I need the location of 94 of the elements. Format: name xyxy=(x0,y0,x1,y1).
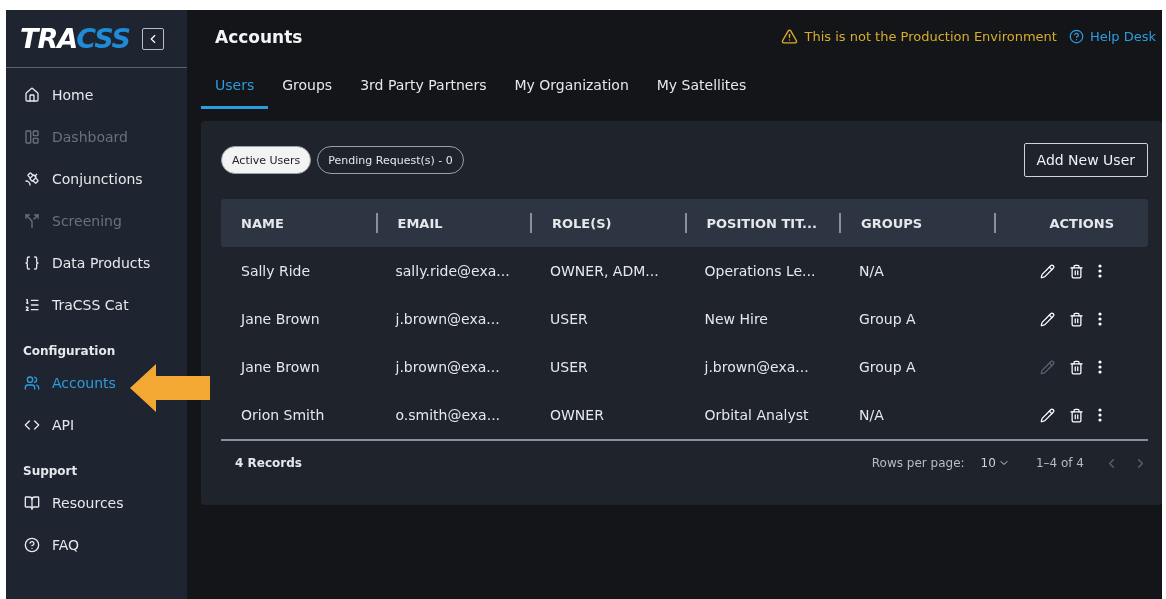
nav-item[interactable]: API xyxy=(6,404,75,446)
column-header: NAME xyxy=(240,214,285,233)
table-cell-text: j.brown@exa... xyxy=(394,311,501,327)
add-user-button[interactable]: Add New User xyxy=(1023,143,1148,177)
page-title: Accounts xyxy=(215,26,304,47)
table-cell-text: Group A xyxy=(858,359,917,375)
help-desk-link[interactable]: Help Desk xyxy=(1068,29,1156,44)
delete-button[interactable] xyxy=(1068,263,1084,279)
table-cell-text: sally.ride@exa... xyxy=(394,263,511,279)
more-icon xyxy=(1097,360,1102,374)
help-icon xyxy=(1068,29,1084,44)
pencil-icon xyxy=(1039,407,1055,423)
logo: TRACSS xyxy=(20,23,131,54)
nav-label: FAQ xyxy=(52,537,80,553)
delete-button[interactable] xyxy=(1068,311,1084,327)
split-icon xyxy=(24,213,40,229)
rows-per-page-label: Rows per page: xyxy=(871,456,965,470)
table-cell-text: j.brown@exa... xyxy=(394,359,501,375)
tab[interactable]: My Satellites xyxy=(642,63,761,109)
more-button[interactable] xyxy=(1097,264,1102,278)
warning-icon xyxy=(781,28,799,45)
table-cell-text: USER xyxy=(549,311,589,327)
more-button[interactable] xyxy=(1097,312,1102,326)
braces-icon xyxy=(24,255,40,271)
nav-item[interactable]: Data Products xyxy=(6,242,151,284)
table-cell-text: N/A xyxy=(858,407,885,423)
tab[interactable]: Users xyxy=(201,63,269,109)
pencil-icon xyxy=(1039,263,1055,279)
tab[interactable]: 3rd Party Partners xyxy=(346,63,501,109)
nav-item[interactable]: Conjunctions xyxy=(6,158,143,200)
environment-warning: This is not the Production Environment xyxy=(804,29,1057,44)
trash-icon xyxy=(1068,263,1084,279)
nav-label: Resources xyxy=(52,495,124,511)
book-icon xyxy=(24,495,40,511)
nav-label: Dashboard xyxy=(52,129,128,145)
nav-label: Accounts xyxy=(52,375,116,391)
table-cell-text: j.brown@exa... xyxy=(703,359,810,375)
nav-item[interactable]: Accounts xyxy=(6,362,116,404)
more-button[interactable] xyxy=(1097,360,1102,374)
table-cell-text: Orbital Analyst xyxy=(703,407,810,423)
home-icon xyxy=(24,87,40,103)
table-cell-text: Jane Brown xyxy=(239,311,321,327)
rows-per-page-select[interactable]: 10 xyxy=(974,455,1016,471)
column-header: ROLE(S) xyxy=(530,213,685,233)
trash-icon xyxy=(1068,311,1084,327)
table-cell-text: OWNER xyxy=(549,407,605,423)
column-header: POSITION TIT... xyxy=(684,213,839,233)
table-cell-text: Jane Brown xyxy=(239,359,321,375)
more-button[interactable] xyxy=(1097,408,1102,422)
table-cell-text: OWNER, ADM... xyxy=(549,263,660,279)
pencil-icon xyxy=(1039,311,1055,327)
nav-label: Screening xyxy=(52,213,122,229)
filter-chip[interactable]: Active Users xyxy=(221,146,312,174)
column-header: EMAIL xyxy=(375,213,530,233)
nav-label: Data Products xyxy=(52,255,151,271)
trash-icon xyxy=(1068,407,1084,423)
collapse-button[interactable] xyxy=(142,27,165,50)
tab[interactable]: My Organization xyxy=(500,63,643,109)
table-cell-text: Operations Le... xyxy=(703,263,817,279)
users-icon xyxy=(24,375,40,391)
help-icon xyxy=(24,537,40,553)
more-icon xyxy=(1097,264,1102,278)
column-header: GROUPS xyxy=(839,213,994,233)
delete-button[interactable] xyxy=(1068,359,1084,375)
section-heading: Support xyxy=(22,463,79,480)
satellite-icon xyxy=(24,171,40,187)
nav-item[interactable]: FAQ xyxy=(6,524,80,566)
more-icon xyxy=(1097,408,1102,422)
record-count: 4 Records xyxy=(235,456,303,470)
code-icon xyxy=(24,417,40,433)
delete-button[interactable] xyxy=(1068,407,1084,423)
nav-item[interactable]: Home xyxy=(6,74,94,116)
nav-label: TraCSS Cat xyxy=(52,297,129,313)
list-icon xyxy=(24,297,40,313)
table-cell-text: Orion Smith xyxy=(240,407,326,423)
nav-label: Home xyxy=(52,87,94,103)
nav-item[interactable]: TraCSS Cat xyxy=(6,284,129,326)
table-cell-text: N/A xyxy=(858,263,885,279)
nav-item[interactable]: Resources xyxy=(6,482,124,524)
nav-label: API xyxy=(52,417,75,433)
column-header: ACTIONS xyxy=(993,213,1148,233)
table-cell-text: Sally Ride xyxy=(240,263,312,279)
table-cell-text: Group A xyxy=(858,311,917,327)
section-heading: Configuration xyxy=(22,343,117,360)
dashboard-icon xyxy=(24,129,40,145)
pencil-icon xyxy=(1039,359,1055,375)
page-range: 1–4 of 4 xyxy=(1035,456,1084,470)
more-icon xyxy=(1097,312,1102,326)
nav-label: Conjunctions xyxy=(52,171,143,187)
table-cell-text: New Hire xyxy=(703,311,769,327)
trash-icon xyxy=(1068,359,1084,375)
tab[interactable]: Groups xyxy=(268,63,347,109)
table-cell-text: o.smith@exa... xyxy=(394,407,502,423)
table-cell-text: USER xyxy=(549,359,589,375)
